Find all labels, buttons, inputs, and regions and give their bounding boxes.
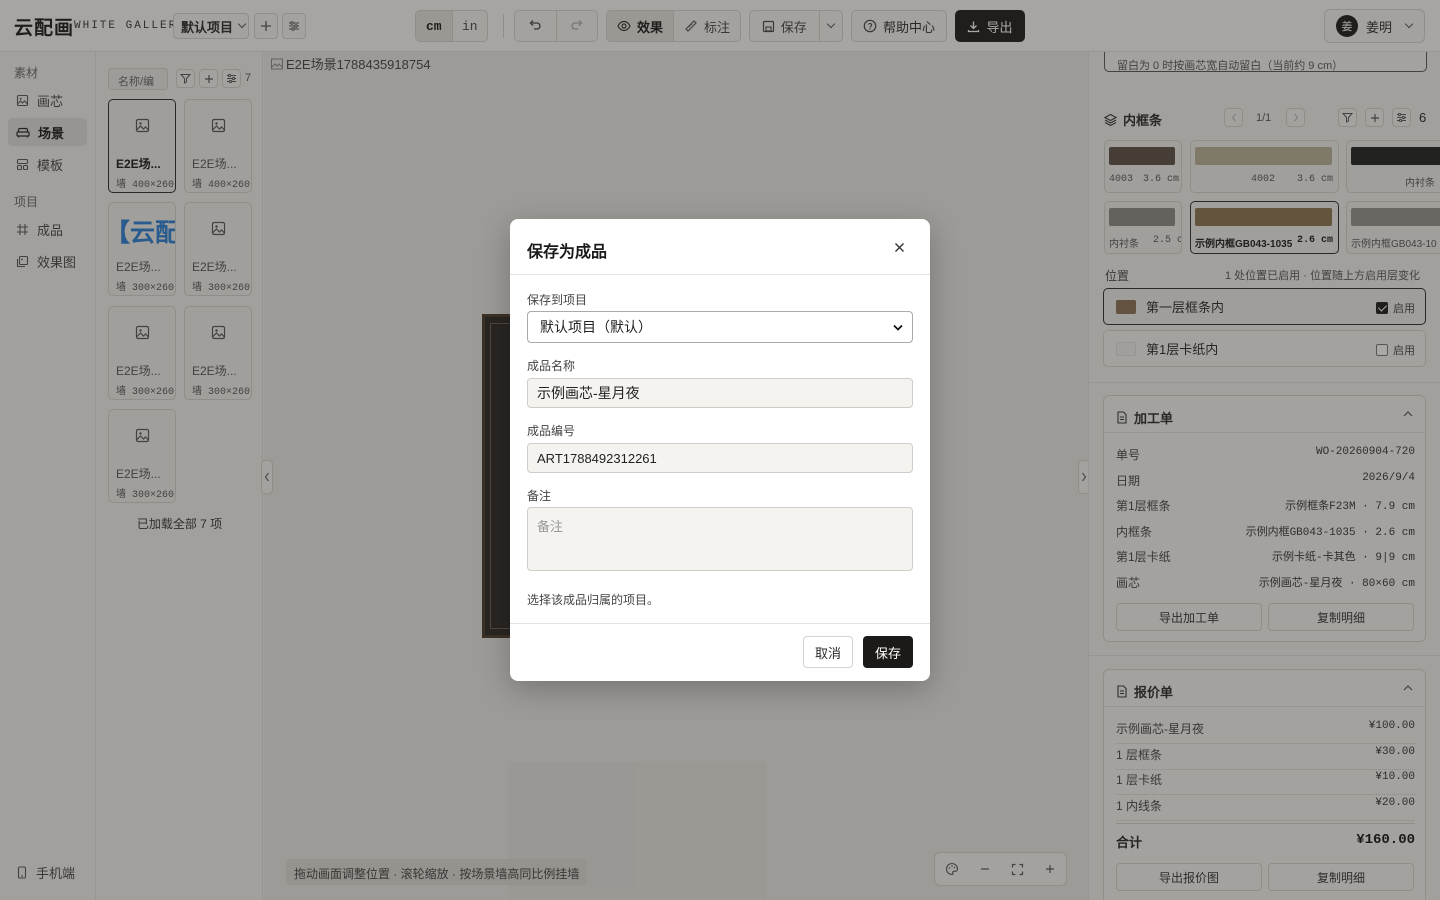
close-button[interactable] — [890, 238, 908, 256]
note-field-label: 备注 — [527, 489, 552, 503]
save-product-dialog: 保存为成品 保存到项目 默认项目（默认） 成品名称 示例画芯-星月夜 成品编号 … — [510, 219, 930, 681]
project-select[interactable]: 默认项目（默认） — [527, 311, 913, 343]
project-field-label: 保存到项目 — [527, 293, 588, 307]
product-code-input[interactable]: ART1788492312261 — [527, 443, 913, 473]
code-field-label: 成品编号 — [527, 424, 576, 438]
product-name-input[interactable]: 示例画芯-星月夜 — [527, 378, 913, 408]
cancel-button[interactable]: 取消 — [803, 636, 853, 668]
chevron-down-icon — [893, 324, 903, 331]
dialog-help-text: 选择该成品归属的项目。 — [527, 593, 660, 607]
name-field-label: 成品名称 — [527, 359, 576, 373]
close-icon — [894, 242, 904, 252]
divider — [510, 623, 930, 624]
dialog-title: 保存为成品 — [527, 244, 608, 261]
project-select-value: 默认项目（默认） — [540, 319, 652, 335]
divider — [510, 274, 930, 275]
save-button[interactable]: 保存 — [863, 636, 913, 668]
note-textarea[interactable]: 备注 — [527, 507, 913, 571]
